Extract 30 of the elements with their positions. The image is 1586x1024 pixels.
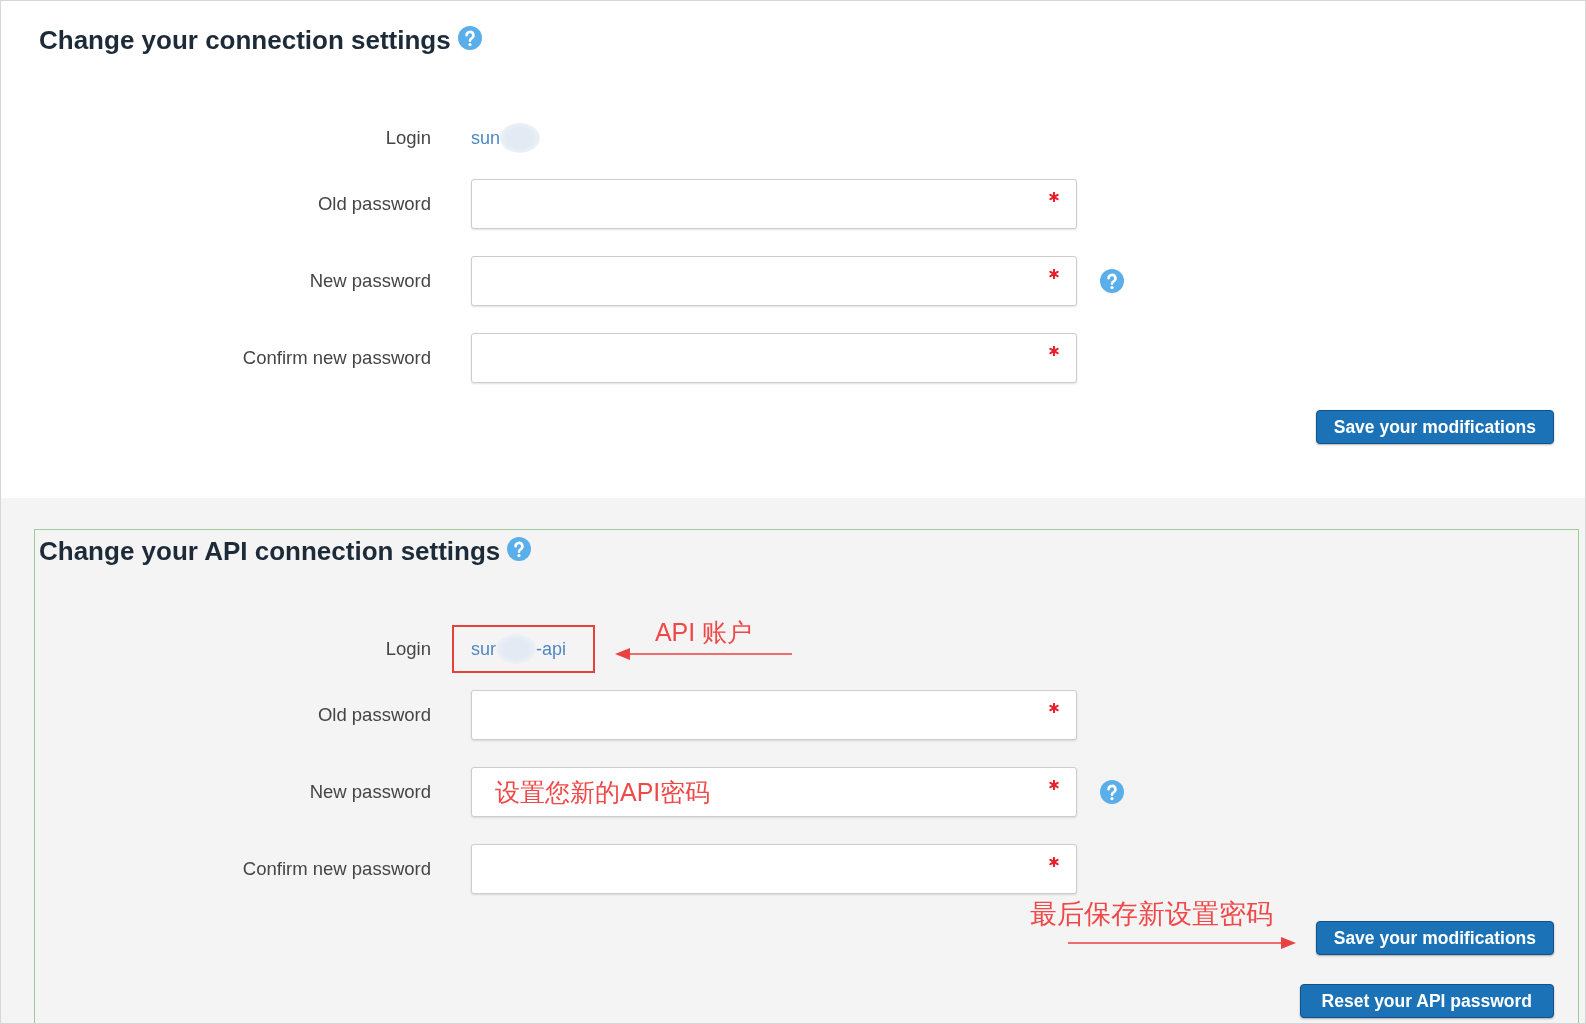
help-icon[interactable] xyxy=(1100,780,1124,804)
field-label: Old password xyxy=(316,704,431,726)
field-label: Confirm new password xyxy=(241,347,431,369)
field-label: New password xyxy=(308,270,431,292)
help-icon[interactable] xyxy=(457,26,482,50)
password-field[interactable] xyxy=(471,179,1077,229)
login-value: sur xyxy=(471,638,496,660)
section-heading: Change your API connection settings xyxy=(39,537,501,565)
reset-password-button[interactable]: Reset your API password xyxy=(1299,984,1554,1018)
annotation-text: 设置您新的API密码 xyxy=(495,777,711,807)
login-value: sun xyxy=(471,127,501,149)
field-label: Old password xyxy=(316,193,431,215)
field-label: Login xyxy=(384,638,431,660)
login-value: -api xyxy=(536,638,567,660)
annotation-text: 最后保存新设置密码 xyxy=(1029,898,1273,930)
redaction-blur xyxy=(500,123,541,153)
section-heading: Change your connection settings xyxy=(39,26,451,54)
password-field[interactable] xyxy=(471,256,1077,306)
password-field[interactable] xyxy=(471,690,1077,740)
password-field[interactable] xyxy=(471,844,1077,894)
help-icon[interactable] xyxy=(1100,269,1124,293)
annotation-text: API 账户 xyxy=(654,617,753,647)
help-icon[interactable] xyxy=(507,537,532,561)
field-label: Login xyxy=(384,127,431,149)
password-field[interactable]: 设置您新的API密码 xyxy=(471,767,1077,817)
field-label: New password xyxy=(308,781,431,803)
password-field[interactable] xyxy=(471,333,1077,383)
save-button[interactable]: Save your modifications xyxy=(1315,410,1554,444)
field-label: Confirm new password xyxy=(241,858,431,880)
save-button[interactable]: Save your modifications xyxy=(1315,921,1554,955)
